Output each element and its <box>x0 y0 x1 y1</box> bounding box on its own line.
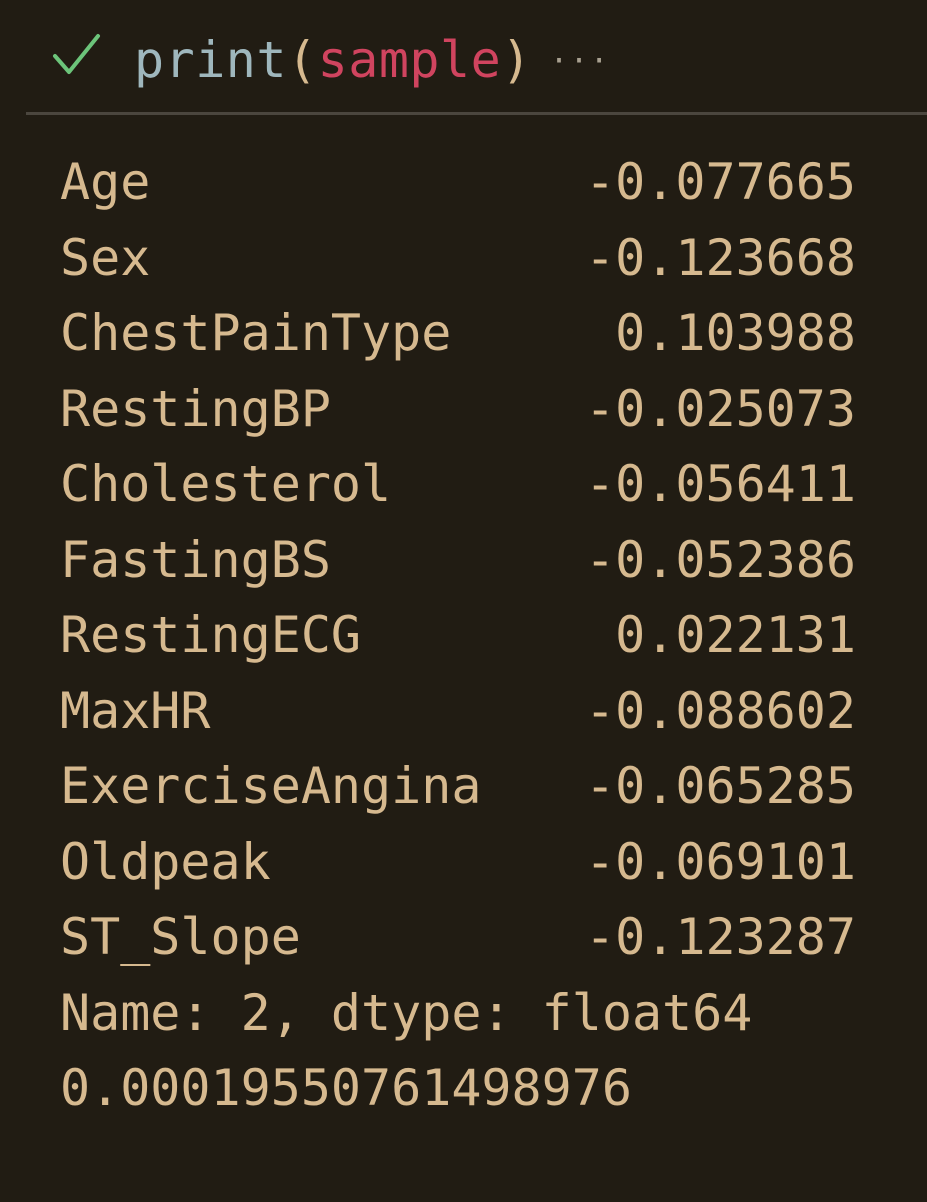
series-row: ST_Slope -0.123287 <box>60 900 920 976</box>
series-value: -0.056411 <box>585 455 856 513</box>
cell-code[interactable]: print(sample) <box>134 28 532 92</box>
series-row: Cholesterol -0.056411 <box>60 447 920 523</box>
series-index-label: Oldpeak <box>60 832 271 891</box>
series-value: -0.065285 <box>585 757 856 815</box>
series-row: Age -0.077665 <box>60 145 920 221</box>
series-index-label: ChestPainType <box>60 304 452 362</box>
code-close-paren: ) <box>501 31 532 89</box>
code-open-paren: ( <box>287 31 318 89</box>
series-value: -0.025073 <box>585 379 856 438</box>
series-row: MaxHR -0.088602 <box>60 674 920 750</box>
cell-output: Age -0.077665 Sex -0.123668 ChestPainTyp… <box>60 145 920 1127</box>
ellipsis-icon[interactable]: ··· <box>550 42 610 82</box>
series-value: -0.088602 <box>585 681 856 740</box>
series-value: -0.069101 <box>585 832 856 891</box>
series-index-label: ExerciseAngina <box>60 757 482 815</box>
series-row: Sex -0.123668 <box>60 221 920 297</box>
series-row: ChestPainType 0.103988 <box>60 296 920 372</box>
series-footer: Name: 2, dtype: float64 <box>60 983 753 1042</box>
series-index-label: MaxHR <box>60 681 211 740</box>
code-function: print <box>134 31 288 89</box>
series-row: FastingBS -0.052386 <box>60 523 920 599</box>
series-row: RestingECG 0.022131 <box>60 598 920 674</box>
cell-divider <box>26 112 927 115</box>
series-row: ExerciseAngina -0.065285 <box>60 749 920 825</box>
series-value: 0.103988 <box>615 304 856 362</box>
series-value: -0.123668 <box>585 228 856 287</box>
checkmark-icon <box>52 32 102 78</box>
series-row: RestingBP -0.025073 <box>60 372 920 448</box>
series-index-label: ST_Slope <box>60 908 301 966</box>
series-index-label: Cholesterol <box>60 455 392 513</box>
series-index-label: Sex <box>60 228 151 287</box>
series-value: -0.123287 <box>585 908 856 966</box>
printed-scalar: 0.00019550761498976 <box>60 1059 632 1117</box>
series-index-label: Age <box>60 153 151 211</box>
code-argument: sample <box>317 31 502 89</box>
series-index-label: FastingBS <box>60 530 331 589</box>
series-row: Oldpeak -0.069101 <box>60 825 920 901</box>
series-index-label: RestingBP <box>60 379 331 438</box>
series-value: -0.077665 <box>585 153 856 211</box>
series-value: 0.022131 <box>615 606 856 664</box>
cell-header: print(sample) ··· <box>0 0 927 112</box>
series-index-label: RestingECG <box>60 606 362 664</box>
series-value: -0.052386 <box>585 530 856 589</box>
